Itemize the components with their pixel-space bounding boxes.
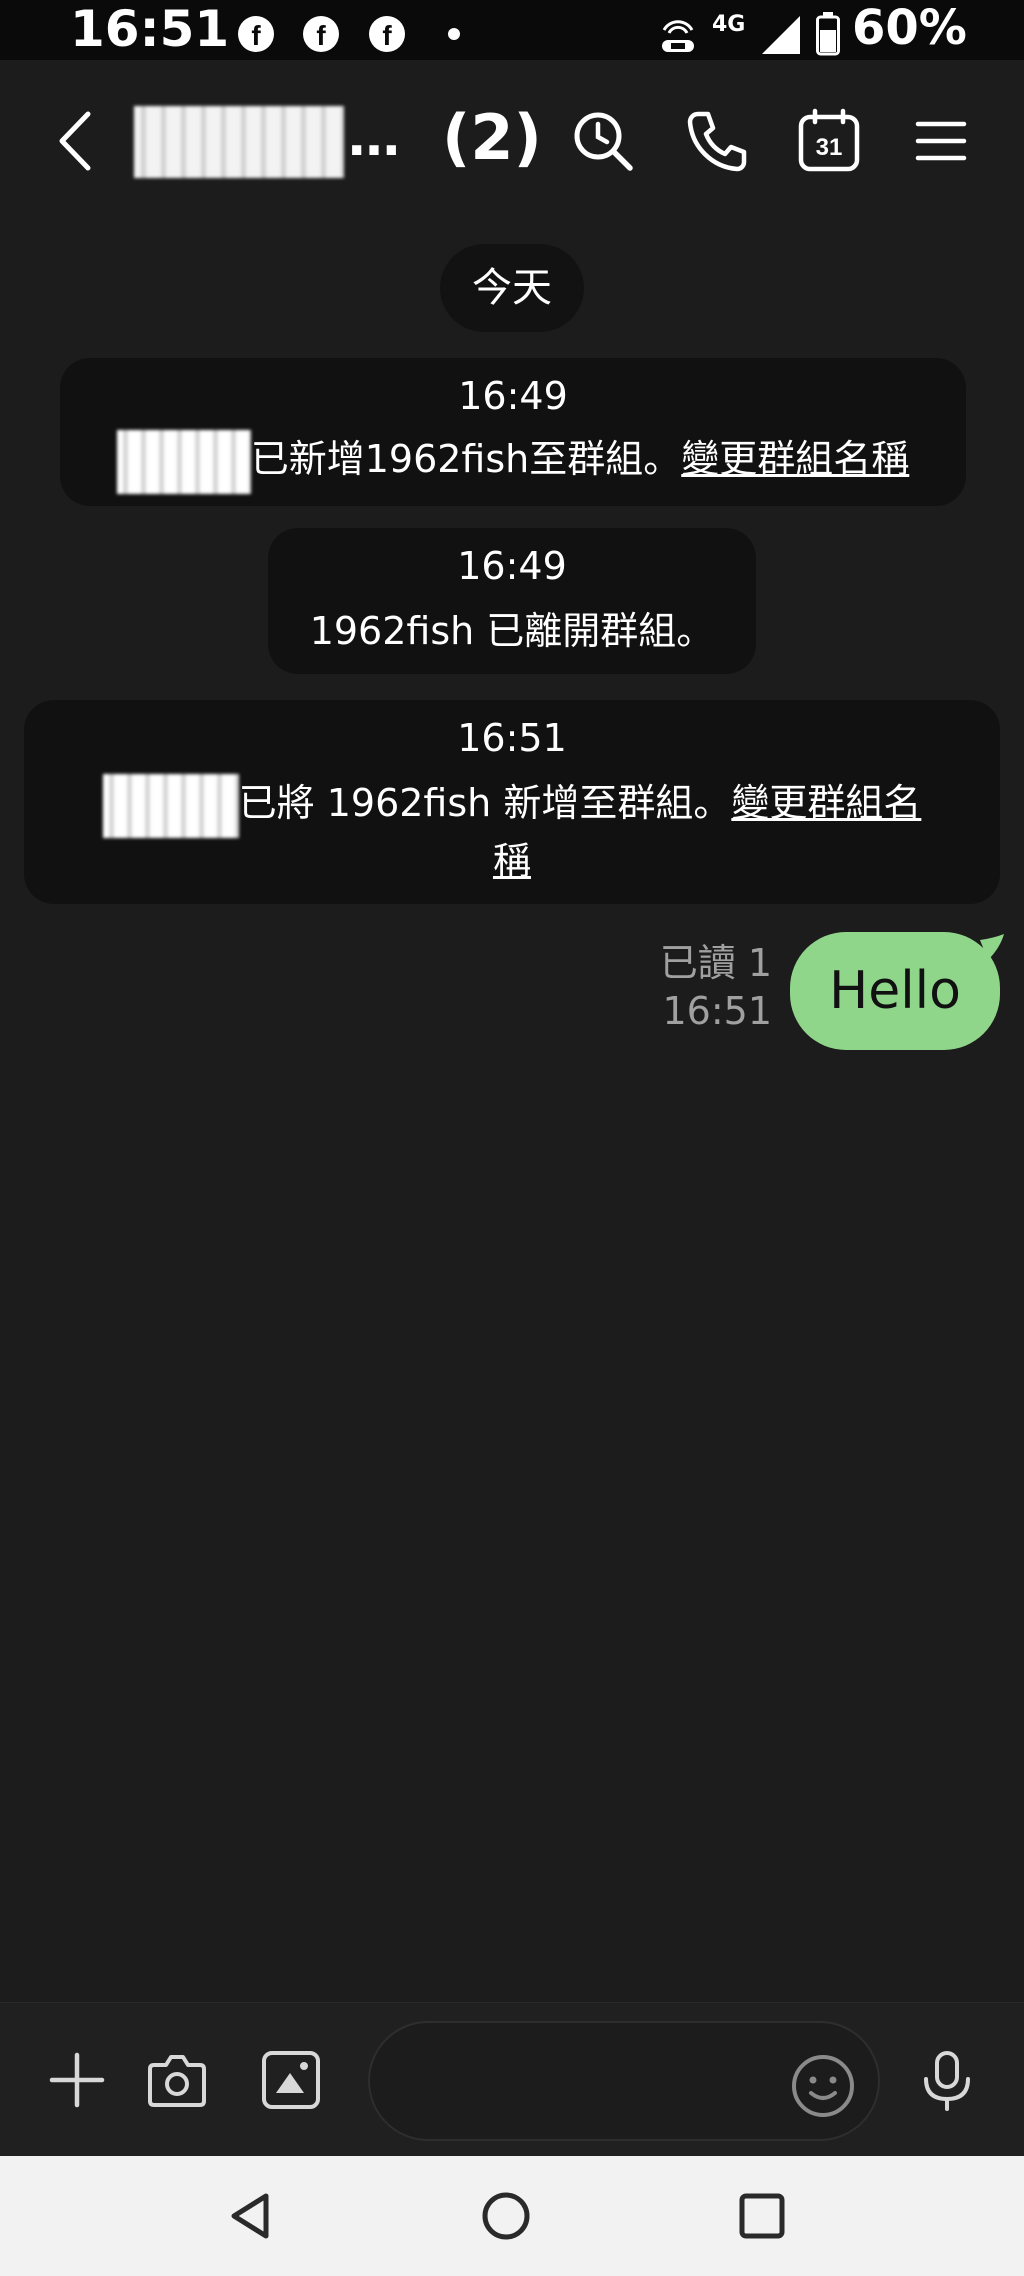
calendar-day: 31 xyxy=(816,134,843,161)
chat-header: … (2) 31 xyxy=(0,60,1024,220)
message-input-bar xyxy=(0,2002,1024,2156)
system-message-line: 已將 1962fish 新增至群組。變更群組名 xyxy=(24,772,1000,838)
system-message-text: 已將 1962fish 新增至群組。 xyxy=(238,781,732,825)
system-message-text: 1962fish 已離開群組。 xyxy=(309,609,715,653)
camera-icon[interactable] xyxy=(146,2049,208,2111)
signal-icon xyxy=(762,16,800,54)
redacted-username xyxy=(116,429,251,494)
recents-nav-icon[interactable] xyxy=(732,2186,792,2246)
status-time: 16:51 xyxy=(70,0,230,58)
search-icon[interactable] xyxy=(570,108,636,174)
emoji-icon[interactable] xyxy=(790,2053,856,2119)
facebook-icon: f xyxy=(303,16,339,52)
back-nav-icon[interactable] xyxy=(222,2186,282,2246)
system-message-text: 已新增1962fish至群組。 xyxy=(250,437,682,481)
system-navigation-bar xyxy=(0,2156,1024,2276)
network-type: 4G xyxy=(712,12,746,37)
mic-icon[interactable] xyxy=(916,2049,978,2111)
calendar-icon[interactable]: 31 xyxy=(796,108,862,174)
status-bar: 16:51 f f f 4G 60% xyxy=(0,0,1024,60)
system-message: 16:49 已新增1962fish至群組。變更群組名稱 xyxy=(60,358,966,506)
change-group-name-link[interactable]: 變更群組名 xyxy=(731,781,921,825)
menu-icon[interactable] xyxy=(908,108,974,174)
chat-messages[interactable]: 今天 16:49 已新增1962fish至群組。變更群組名稱 16:49 196… xyxy=(0,220,1024,2002)
redacted-username xyxy=(102,773,239,838)
notification-dot-icon xyxy=(448,28,460,40)
date-separator: 今天 xyxy=(440,244,584,332)
image-icon[interactable] xyxy=(260,2049,322,2111)
facebook-icon: f xyxy=(238,16,274,52)
battery-icon xyxy=(816,12,840,56)
member-count[interactable]: (2) xyxy=(442,103,542,172)
system-message-line: 稱 xyxy=(24,830,1000,885)
chat-name-ellipsis: … xyxy=(348,108,400,168)
system-message-time: 16:49 xyxy=(458,374,568,418)
system-message-time: 16:51 xyxy=(457,716,567,760)
battery-percent: 60% xyxy=(852,0,967,56)
message-time: 16:51 xyxy=(662,988,772,1033)
read-receipt: 已讀 1 16:51 xyxy=(660,940,772,1035)
back-icon[interactable] xyxy=(48,106,108,176)
home-nav-icon[interactable] xyxy=(476,2186,536,2246)
system-message: 16:49 1962fish 已離開群組。 xyxy=(268,528,756,674)
system-message-line: 已新增1962fish至群組。變更群組名稱 xyxy=(60,428,966,494)
sent-message-bubble[interactable]: Hello xyxy=(790,932,1000,1050)
system-message: 16:51 已將 1962fish 新增至群組。變更群組名 稱 xyxy=(24,700,1000,904)
volte-icon xyxy=(662,20,694,52)
change-group-name-link[interactable]: 變更群組名稱 xyxy=(681,437,909,481)
read-status: 已讀 1 xyxy=(659,941,772,985)
chat-name-redacted[interactable] xyxy=(134,106,344,178)
change-group-name-link[interactable]: 稱 xyxy=(493,839,531,883)
system-message-time: 16:49 xyxy=(457,544,567,588)
phone-icon[interactable] xyxy=(684,108,750,174)
plus-icon[interactable] xyxy=(46,2049,108,2111)
facebook-icon: f xyxy=(369,16,405,52)
